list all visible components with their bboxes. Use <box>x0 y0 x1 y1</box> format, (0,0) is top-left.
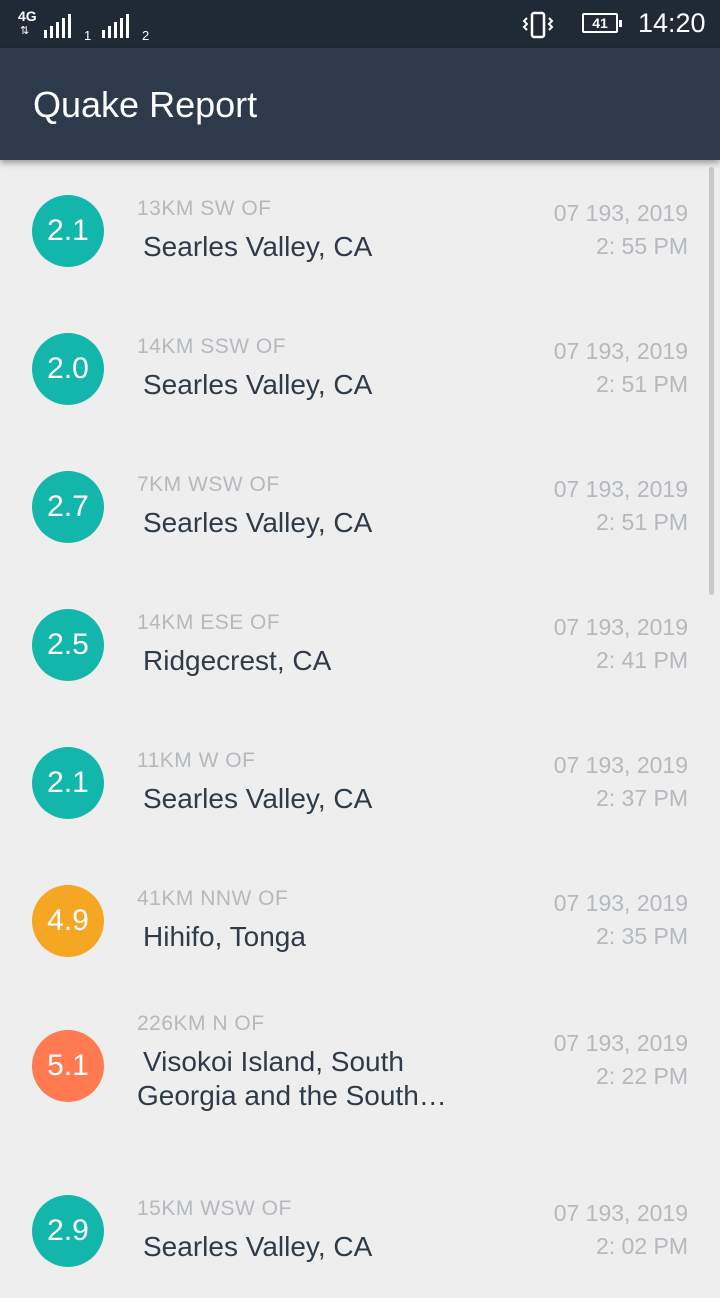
earthquake-date: 07 193, 2019 <box>553 614 688 640</box>
location-offset: 41KM NNW OF <box>137 887 289 910</box>
earthquake-list-item[interactable]: 2.5 14KM ESE OF Ridgecrest, CA 07 193, 2019… <box>0 574 720 712</box>
earthquake-time: 2: 02 PM <box>595 1233 688 1259</box>
primary-location: Searles Valley, CA <box>143 1231 373 1262</box>
signal-strength-icon <box>102 12 129 38</box>
location-offset: 14KM ESE OF <box>137 611 281 634</box>
location-offset: 226KM N OF <box>137 1012 265 1035</box>
app-title: Quake Report <box>33 84 258 125</box>
earthquake-date: 07 193, 2019 <box>553 476 688 502</box>
earthquake-time: 2: 37 PM <box>595 785 688 811</box>
magnitude-circle: 2.7 <box>32 471 104 543</box>
magnitude-circle: 2.0 <box>32 333 104 405</box>
earthquake-list-item[interactable]: 2.1 11KM W OF Searles Valley, CA 07 193, 20… <box>0 712 720 850</box>
earthquake-date: 07 193, 2019 <box>553 200 688 226</box>
earthquake-list-item[interactable]: 2.9 15KM WSW OF Searles Valley, CA 07 193, … <box>0 1160 720 1298</box>
earthquake-date: 07 193, 2019 <box>553 1030 688 1056</box>
app-bar: Quake Report <box>0 48 720 160</box>
location-offset: 14KM SSW OF <box>137 335 287 358</box>
primary-location: Searles Valley, CA <box>143 231 373 262</box>
earthquake-time: 2: 22 PM <box>595 1063 688 1089</box>
primary-location: Searles Valley, CA <box>143 369 373 400</box>
battery-icon: 41 <box>582 13 622 33</box>
primary-location: Hihifo, Tonga <box>143 921 306 952</box>
earthquake-list-item[interactable]: 5.1 226KM N OF Visokoi Island, South Georg… <box>0 988 720 1126</box>
magnitude-circle: 4.9 <box>32 885 104 957</box>
sim-1-label: 1 <box>84 28 92 43</box>
primary-location: Ridgecrest, CA <box>143 645 332 676</box>
location-offset: 15KM WSW OF <box>137 1197 292 1220</box>
earthquake-time: 2: 41 PM <box>595 647 688 673</box>
earthquake-date: 07 193, 2019 <box>553 752 688 778</box>
primary-location: Visokoi Island, South Georgia and the So… <box>137 1046 447 1111</box>
earthquake-time: 2: 55 PM <box>595 233 688 259</box>
scrollbar[interactable] <box>709 167 714 595</box>
network-type: 4G <box>18 8 37 24</box>
magnitude-circle: 5.1 <box>32 1030 104 1102</box>
earthquake-list-item[interactable]: 2.0 14KM SSW OF Searles Valley, CA 07 193, … <box>0 298 720 436</box>
earthquake-date: 07 193, 2019 <box>553 890 688 916</box>
magnitude-circle: 2.1 <box>32 747 104 819</box>
earthquake-list[interactable]: 2.1 13KM SW OF Searles Valley, CA 07 193, 2… <box>0 160 720 1280</box>
status-clock: 14:20 <box>638 8 706 38</box>
vibrate-icon <box>522 11 554 39</box>
earthquake-date: 07 193, 2019 <box>553 338 688 364</box>
sim-2-label: 2 <box>142 28 150 43</box>
magnitude-circle: 2.1 <box>32 195 104 267</box>
earthquake-list-item[interactable]: 4.9 41KM NNW OF Hihifo, Tonga 07 193, 2019 2… <box>0 850 720 988</box>
earthquake-time: 2: 51 PM <box>595 371 688 397</box>
location-offset: 13KM SW OF <box>137 197 272 220</box>
earthquake-list-item[interactable]: 2.7 7KM WSW OF Searles Valley, CA 07 193, 2… <box>0 436 720 574</box>
earthquake-date: 07 193, 2019 <box>553 1200 688 1226</box>
signal-strength-icon <box>44 12 71 38</box>
magnitude-circle: 2.9 <box>32 1195 104 1267</box>
earthquake-time: 2: 51 PM <box>595 509 688 535</box>
location-offset: 11KM W OF <box>137 749 256 772</box>
primary-location: Searles Valley, CA <box>143 507 373 538</box>
data-arrows-icon: ⇅ <box>20 25 30 37</box>
earthquake-time: 2: 35 PM <box>595 923 688 949</box>
primary-location: Searles Valley, CA <box>143 783 373 814</box>
earthquake-list-item[interactable]: 2.1 13KM SW OF Searles Valley, CA 07 193, 2… <box>0 160 720 298</box>
location-offset: 7KM WSW OF <box>137 473 280 496</box>
magnitude-circle: 2.5 <box>32 609 104 681</box>
status-bar: 4G ⇅ 1 2 41 14:20 <box>0 0 720 48</box>
